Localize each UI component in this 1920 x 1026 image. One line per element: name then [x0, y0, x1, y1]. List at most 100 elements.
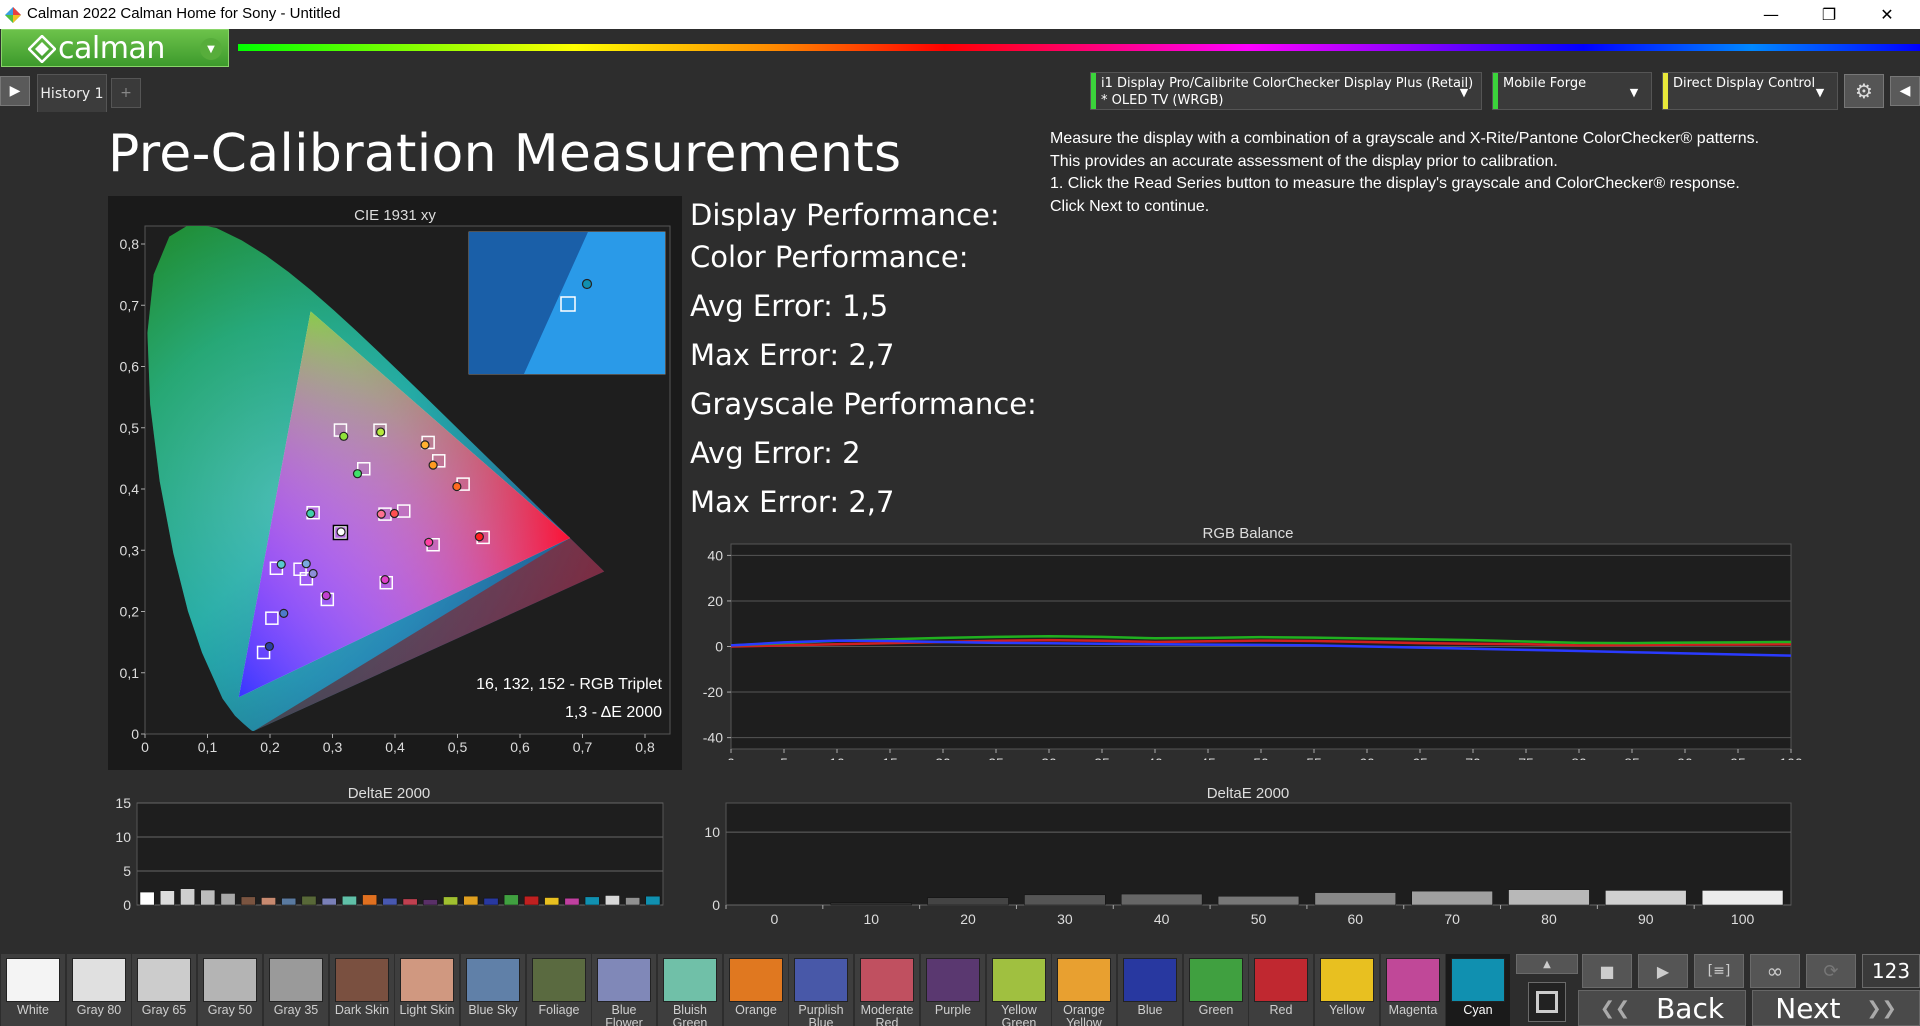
swatch-gray-65[interactable]: Gray 65 — [132, 954, 196, 1026]
swatch-magenta[interactable]: Magenta — [1381, 954, 1445, 1026]
deltae-bar[interactable] — [261, 897, 276, 906]
deltae-color-chart[interactable]: DeltaE 2000 15 10 5 0 — [100, 780, 680, 930]
measured-point[interactable] — [308, 568, 318, 579]
measured-point[interactable] — [336, 527, 346, 537]
stop-icon[interactable]: ■ — [1582, 954, 1632, 988]
deltae-bar[interactable] — [180, 888, 195, 906]
deltae-bar[interactable] — [1121, 893, 1203, 906]
deltae-grayscale-chart[interactable]: DeltaE 2000 1000 10 20 30 40 50 60 70 80 90 100 — [690, 780, 1820, 930]
deltae-bar[interactable] — [301, 895, 317, 906]
deltae-bar[interactable] — [342, 895, 357, 906]
swatch-orange[interactable]: Orange — [724, 954, 788, 1026]
deltae-bar[interactable] — [443, 896, 458, 906]
measured-point[interactable] — [301, 559, 311, 569]
next-button[interactable]: Next ❯❯ — [1752, 990, 1920, 1026]
swatch-red[interactable]: Red — [1249, 954, 1313, 1026]
swatch-moderate-red[interactable]: Moderate Red — [855, 954, 919, 1026]
swatch-blue[interactable]: Blue — [1118, 954, 1182, 1026]
tab-history-1[interactable]: History 1 — [37, 74, 107, 112]
measured-point[interactable] — [264, 641, 274, 652]
deltae-bar[interactable] — [321, 897, 337, 906]
deltae-bar[interactable] — [645, 895, 661, 906]
deltae-bar[interactable] — [503, 894, 519, 906]
deltae-bar[interactable] — [362, 894, 378, 906]
deltae-bar[interactable] — [422, 899, 438, 906]
deltae-bar[interactable] — [200, 889, 216, 906]
deltae-bar[interactable] — [240, 896, 256, 906]
back-button[interactable]: ❮❮ Back — [1578, 990, 1746, 1026]
rgb-balance-chart[interactable]: RGB Balance 40 20 0 -20 -40 0 5 10 15 20 25 30 35 40 4… — [690, 520, 1820, 760]
swatch-white[interactable]: White — [1, 954, 65, 1026]
deltae-bar[interactable] — [402, 898, 418, 906]
close-icon[interactable]: ✕ — [1858, 0, 1916, 29]
deltae-bar[interactable] — [159, 890, 175, 906]
deltae-bar[interactable] — [281, 897, 297, 906]
read-series-icon[interactable]: [≡] — [1694, 954, 1744, 988]
chevron-down-icon[interactable]: ▼ — [1627, 85, 1641, 99]
refresh-icon[interactable]: ⟳ — [1806, 954, 1856, 988]
stop-measure-button[interactable] — [1528, 982, 1566, 1022]
deltae-bar[interactable] — [463, 895, 479, 906]
pattern-counter[interactable]: 123 — [1862, 954, 1920, 988]
deltae-bar[interactable] — [605, 895, 620, 906]
add-tab-button[interactable]: + — [111, 78, 141, 108]
swatch-blue-flower[interactable]: Blue Flower — [592, 954, 656, 1026]
deltae-bar[interactable] — [1701, 890, 1784, 906]
measured-point[interactable] — [306, 508, 316, 519]
deltae-bar[interactable] — [1508, 889, 1590, 906]
swatch-yellow-green[interactable]: Yellow Green — [987, 954, 1051, 1026]
expand-left-panel-icon[interactable]: ▶ — [0, 76, 30, 106]
continuous-read-icon[interactable]: ∞ — [1750, 954, 1800, 988]
chevron-down-icon[interactable]: ▼ — [1813, 85, 1827, 99]
swatch-gray-80[interactable]: Gray 80 — [67, 954, 131, 1026]
chevron-down-icon[interactable]: ▼ — [200, 38, 222, 60]
deltae-bar[interactable] — [220, 893, 236, 906]
deltae-bar[interactable] — [625, 897, 641, 906]
swatch-green[interactable]: Green — [1184, 954, 1248, 1026]
deltae-bar[interactable] — [1605, 890, 1687, 906]
deltae-bar[interactable] — [1411, 890, 1493, 906]
measured-point[interactable] — [352, 469, 363, 479]
pattern-generator-selector[interactable]: Mobile Forge ▼ — [1492, 72, 1652, 110]
swatch-dark-skin[interactable]: Dark Skin — [330, 954, 394, 1026]
measured-point[interactable] — [321, 590, 331, 601]
deltae-bar[interactable] — [544, 897, 560, 906]
display-control-selector[interactable]: Direct Display Control ▼ — [1662, 72, 1838, 110]
measured-point[interactable] — [474, 532, 484, 542]
swatch-gray-50[interactable]: Gray 50 — [198, 954, 262, 1026]
swatch-purplish-blue[interactable]: Purplish Blue — [789, 954, 853, 1026]
restore-icon[interactable]: ❐ — [1800, 0, 1858, 29]
deltae-bar[interactable] — [382, 897, 398, 906]
measured-point[interactable] — [389, 508, 399, 519]
calman-logo-button[interactable]: calman ▼ — [1, 29, 229, 67]
deltae-bar[interactable] — [139, 891, 155, 906]
swatch-light-skin[interactable]: Light Skin — [395, 954, 459, 1026]
deltae-bar[interactable] — [1314, 892, 1396, 906]
minimize-icon[interactable]: — — [1742, 0, 1800, 29]
expand-right-panel-icon[interactable]: ◀ — [1890, 76, 1920, 106]
meter-selector[interactable]: i1 Display Pro/Calibrite ColorChecker Di… — [1090, 72, 1482, 110]
deltae-bar[interactable] — [524, 895, 539, 906]
swatch-yellow[interactable]: Yellow — [1315, 954, 1379, 1026]
measured-point[interactable] — [452, 481, 462, 492]
measured-point[interactable] — [339, 431, 349, 441]
chevron-up-icon[interactable]: ▲ — [1516, 954, 1578, 974]
swatch-orange-yellow[interactable]: Orange Yellow — [1052, 954, 1116, 1026]
swatch-purple[interactable]: Purple — [921, 954, 985, 1026]
play-icon[interactable]: ▶ — [1638, 954, 1688, 988]
measured-point[interactable] — [376, 427, 386, 437]
deltae-bar[interactable] — [483, 897, 499, 906]
deltae-bar[interactable] — [584, 896, 600, 906]
swatch-cyan[interactable]: Cyan — [1446, 954, 1510, 1026]
measured-point[interactable] — [376, 509, 386, 519]
swatch-bluish-green[interactable]: Bluish Green — [658, 954, 722, 1026]
measured-point[interactable] — [279, 608, 289, 618]
swatch-blue-sky[interactable]: Blue Sky — [461, 954, 525, 1026]
deltae-bar[interactable] — [830, 902, 912, 906]
gear-icon[interactable]: ⚙ — [1844, 74, 1884, 108]
measured-point[interactable] — [276, 559, 286, 569]
swatch-foliage[interactable]: Foliage — [527, 954, 591, 1026]
measured-point[interactable] — [428, 460, 438, 470]
swatch-gray-35[interactable]: Gray 35 — [264, 954, 328, 1026]
measured-point[interactable] — [380, 575, 390, 585]
